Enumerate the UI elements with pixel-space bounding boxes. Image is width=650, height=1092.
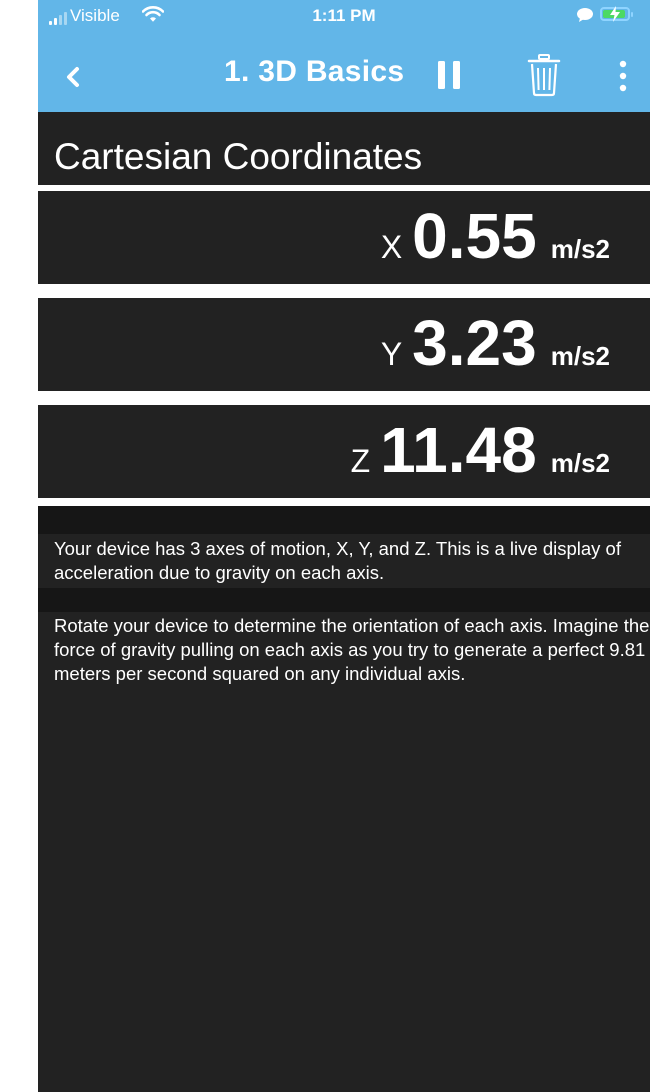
more-vertical-icon bbox=[619, 60, 627, 92]
message-icon bbox=[576, 7, 594, 28]
description-paragraph-1: Your device has 3 axes of motion, X, Y, … bbox=[54, 538, 621, 583]
axis-label: X bbox=[380, 229, 403, 265]
spacer bbox=[38, 588, 650, 612]
axis-unit: m/s2 bbox=[550, 341, 610, 371]
divider bbox=[38, 498, 650, 506]
trash-icon bbox=[527, 54, 561, 97]
axis-unit: m/s2 bbox=[550, 234, 610, 264]
pause-icon bbox=[438, 61, 460, 89]
top-bar: Visible 1:11 PM 1. 3D Basics bbox=[38, 0, 650, 112]
status-time: 1:11 PM bbox=[312, 6, 376, 25]
axis-value: 0.55 bbox=[412, 200, 537, 272]
divider bbox=[38, 284, 650, 298]
description-paragraph-2: Rotate your device to determine the orie… bbox=[54, 615, 650, 684]
status-bar: Visible 1:11 PM bbox=[38, 0, 650, 44]
section-title: Cartesian Coordinates bbox=[54, 136, 423, 177]
app-bar: 1. 3D Basics bbox=[38, 44, 650, 112]
axis-row-y: Y 3.23 m/s2 bbox=[38, 298, 650, 391]
divider bbox=[38, 391, 650, 405]
axis-unit: m/s2 bbox=[550, 448, 610, 478]
axis-row-x: X 0.55 m/s2 bbox=[38, 191, 650, 284]
axis-label: Y bbox=[380, 336, 403, 372]
more-menu-button[interactable] bbox=[614, 56, 632, 96]
axis-value: 3.23 bbox=[412, 307, 537, 379]
axis-value: 11.48 bbox=[380, 414, 537, 486]
battery-charging-icon bbox=[600, 6, 633, 22]
pause-button[interactable] bbox=[434, 58, 464, 92]
back-button[interactable] bbox=[60, 60, 88, 94]
app-screen: Visible 1:11 PM 1. 3D Basics Cartesian C… bbox=[38, 0, 650, 1092]
delete-button[interactable] bbox=[524, 53, 564, 97]
axis-row-z: Z 11.48 m/s2 bbox=[38, 405, 650, 498]
section-header: Cartesian Coordinates bbox=[38, 112, 650, 185]
spacer bbox=[38, 506, 650, 534]
chevron-left-icon bbox=[67, 67, 79, 87]
axis-label: Z bbox=[350, 443, 371, 479]
screen-title: 1. 3D Basics bbox=[224, 55, 405, 88]
